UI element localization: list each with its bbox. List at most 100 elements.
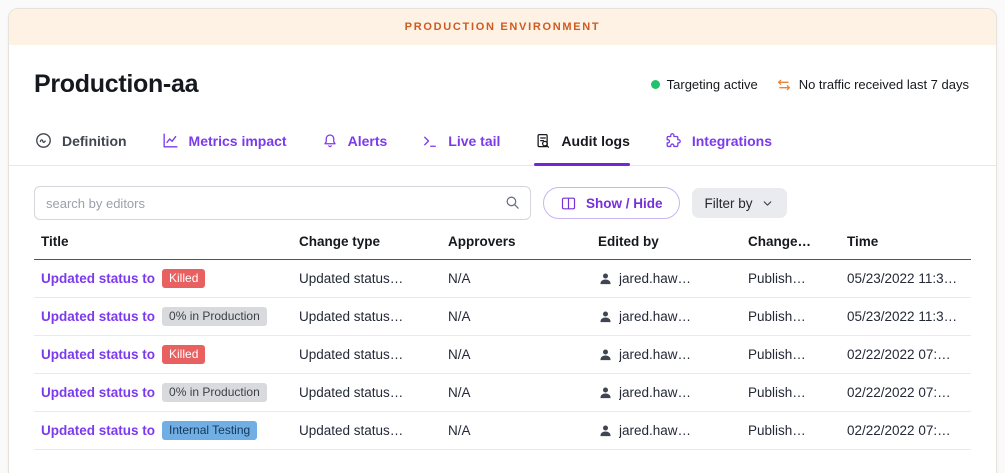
- person-icon: [598, 385, 613, 400]
- tab-integrations[interactable]: Integrations: [664, 131, 772, 165]
- traffic-status: No traffic received last 7 days: [776, 77, 969, 92]
- tab-label: Integrations: [692, 133, 772, 149]
- page: PRODUCTION ENVIRONMENT Production-aa Tar…: [0, 0, 1005, 473]
- column-header-approvers: Approvers: [448, 234, 598, 249]
- filter-by-label: Filter by: [705, 196, 753, 211]
- cell-edited-by: jared.haw…: [598, 309, 748, 324]
- columns-icon: [560, 195, 577, 212]
- flag-detail-card: PRODUCTION ENVIRONMENT Production-aa Tar…: [8, 8, 997, 473]
- cell-approvers: N/A: [448, 271, 598, 286]
- tab-label: Definition: [62, 133, 127, 149]
- row-title-link[interactable]: Updated status to: [41, 347, 155, 362]
- cell-edited-by: jared.haw…: [598, 271, 748, 286]
- live-tail-terminal-icon: [421, 132, 439, 150]
- traffic-status-label: No traffic received last 7 days: [799, 77, 969, 92]
- filter-by-button[interactable]: Filter by: [692, 188, 787, 218]
- cell-time: 02/22/2022 07:…: [847, 347, 971, 362]
- cell-edited-by: jared.haw…: [598, 385, 748, 400]
- status-badge: 0% in Production: [162, 307, 267, 326]
- show-hide-button[interactable]: Show / Hide: [543, 187, 680, 219]
- column-header-edited-by: Edited by: [598, 234, 748, 249]
- cell-edited-by: jared.haw…: [598, 423, 748, 438]
- cell-approvers: N/A: [448, 309, 598, 324]
- tab-alerts[interactable]: Alerts: [321, 132, 388, 165]
- tab-live-tail[interactable]: Live tail: [421, 132, 500, 165]
- cell-time: 02/22/2022 07:…: [847, 423, 971, 438]
- tab-label: Audit logs: [561, 133, 629, 149]
- targeting-status-label: Targeting active: [667, 77, 758, 92]
- row-title-link[interactable]: Updated status to: [41, 423, 155, 438]
- show-hide-label: Show / Hide: [586, 196, 663, 211]
- targeting-active-dot: [651, 80, 660, 89]
- cell-edited-by: jared.haw…: [598, 347, 748, 362]
- cell-change: Publish…: [748, 347, 847, 362]
- row-title-link[interactable]: Updated status to: [41, 385, 155, 400]
- search-icon: [504, 194, 521, 211]
- edited-by-name: jared.haw…: [619, 309, 691, 324]
- search-input[interactable]: [34, 186, 531, 220]
- status-badge: Killed: [162, 269, 205, 288]
- person-icon: [598, 347, 613, 362]
- cell-change-type: Updated status…: [299, 309, 448, 324]
- cell-approvers: N/A: [448, 423, 598, 438]
- search-editors-box: [34, 186, 531, 220]
- column-header-change: Change…: [748, 234, 847, 249]
- edited-by-name: jared.haw…: [619, 423, 691, 438]
- status-badge: Internal Testing: [162, 421, 257, 440]
- column-header-change-type: Change type: [299, 234, 448, 249]
- tab-label: Live tail: [448, 133, 500, 149]
- targeting-status: Targeting active: [651, 77, 758, 92]
- column-header-time: Time: [847, 234, 971, 249]
- definition-icon: [34, 131, 53, 150]
- cell-title: Updated status to 0% in Production: [41, 383, 299, 402]
- production-environment-banner: PRODUCTION ENVIRONMENT: [9, 9, 996, 45]
- cell-change: Publish…: [748, 271, 847, 286]
- page-title: Production-aa: [34, 70, 198, 99]
- table-body: Updated status to Killed Updated status……: [34, 260, 971, 450]
- audit-logs-table: Title Change type Approvers Edited by Ch…: [34, 234, 971, 450]
- tab-audit-logs[interactable]: Audit logs: [534, 132, 629, 165]
- cell-change: Publish…: [748, 423, 847, 438]
- row-title-link[interactable]: Updated status to: [41, 271, 155, 286]
- cell-change-type: Updated status…: [299, 385, 448, 400]
- cell-time: 05/23/2022 11:3…: [847, 271, 971, 286]
- status-badge: 0% in Production: [162, 383, 267, 402]
- audit-logs-icon: [534, 132, 552, 150]
- toolbar: Show / Hide Filter by: [9, 166, 996, 220]
- alerts-bell-icon: [321, 132, 339, 150]
- cell-approvers: N/A: [448, 385, 598, 400]
- row-title-link[interactable]: Updated status to: [41, 309, 155, 324]
- edited-by-name: jared.haw…: [619, 271, 691, 286]
- table-row[interactable]: Updated status to Killed Updated status……: [34, 260, 971, 298]
- edited-by-name: jared.haw…: [619, 347, 691, 362]
- environment-label: PRODUCTION ENVIRONMENT: [405, 21, 601, 33]
- cell-title: Updated status to Killed: [41, 345, 299, 364]
- tab-metrics-impact[interactable]: Metrics impact: [161, 131, 287, 165]
- cell-title: Updated status to 0% in Production: [41, 307, 299, 326]
- cell-change-type: Updated status…: [299, 271, 448, 286]
- tabs: Definition Metrics impact Alerts Live ta…: [9, 131, 996, 166]
- status-badge: Killed: [162, 345, 205, 364]
- table-row[interactable]: Updated status to 0% in Production Updat…: [34, 374, 971, 412]
- card-header: Production-aa Targeting active No traffi…: [9, 45, 996, 99]
- cell-title: Updated status to Killed: [41, 269, 299, 288]
- table-row[interactable]: Updated status to Internal Testing Updat…: [34, 412, 971, 450]
- cell-change-type: Updated status…: [299, 423, 448, 438]
- tab-definition[interactable]: Definition: [34, 131, 127, 165]
- tab-label: Alerts: [348, 133, 388, 149]
- cell-time: 02/22/2022 07:…: [847, 385, 971, 400]
- cell-time: 05/23/2022 11:3…: [847, 309, 971, 324]
- traffic-arrows-icon: [776, 78, 792, 92]
- column-header-title: Title: [41, 234, 299, 249]
- cell-title: Updated status to Internal Testing: [41, 421, 299, 440]
- person-icon: [598, 271, 613, 286]
- metrics-impact-icon: [161, 131, 180, 150]
- status-indicators: Targeting active No traffic received las…: [651, 77, 969, 92]
- cell-change: Publish…: [748, 309, 847, 324]
- table-row[interactable]: Updated status to Killed Updated status……: [34, 336, 971, 374]
- tab-label: Metrics impact: [189, 133, 287, 149]
- cell-change: Publish…: [748, 385, 847, 400]
- table-row[interactable]: Updated status to 0% in Production Updat…: [34, 298, 971, 336]
- cell-change-type: Updated status…: [299, 347, 448, 362]
- table-header-row: Title Change type Approvers Edited by Ch…: [34, 234, 971, 260]
